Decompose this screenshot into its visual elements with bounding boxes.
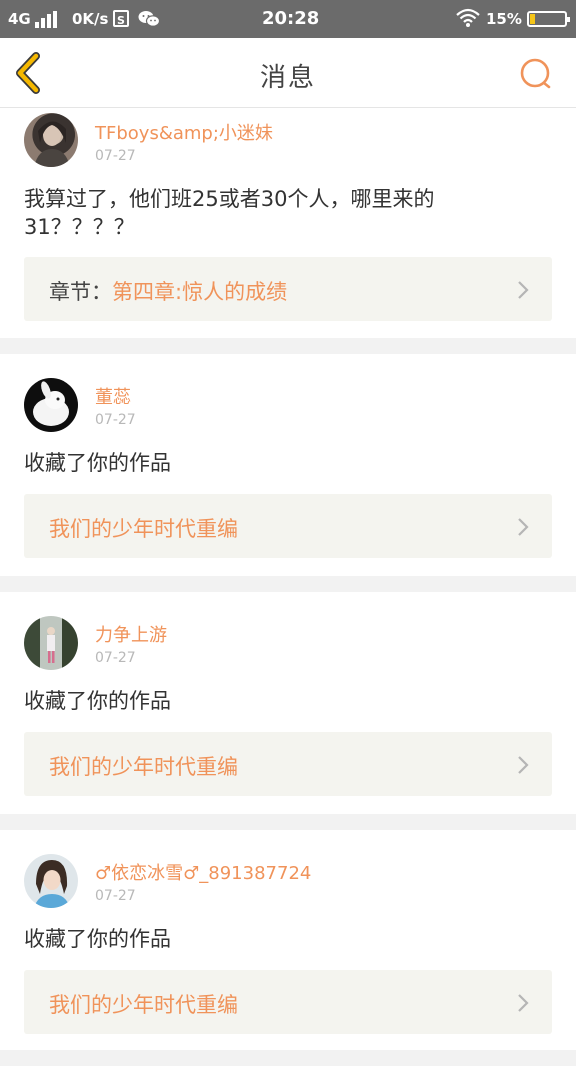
user-name[interactable]: TFboys&amp;小迷妹 (95, 119, 273, 145)
user-name[interactable]: 董蕊 (95, 383, 131, 409)
chevron-right-icon (518, 518, 529, 536)
work-link-text: 我们的少年时代重编 (49, 513, 238, 543)
avatar[interactable] (24, 113, 78, 167)
message-date: 07-27 (95, 148, 136, 164)
work-title: 我们的少年时代重编 (49, 993, 238, 1017)
clock: 20:28 (262, 8, 320, 29)
message-text: 我算过了，他们班25或者30个人，哪里来的31？？？？ (24, 187, 435, 239)
header: 消息 (0, 38, 576, 108)
network-speed: 0K/s (72, 10, 109, 28)
status-bar: 4G 0K/s S 20:28 15% (0, 0, 576, 38)
s-icon: S (113, 10, 129, 27)
search-icon (520, 58, 551, 89)
wifi-icon (456, 8, 480, 32)
message-card: 董蕊 07-27 收藏了你的作品 我们的少年时代重编 (0, 354, 576, 576)
search-button[interactable] (517, 56, 555, 94)
message-date: 07-27 (95, 888, 136, 904)
chapter-title: 第四章:惊人的成绩 (112, 280, 288, 304)
user-name[interactable]: 力争上游 (95, 621, 167, 647)
chapter-link-text: 章节：第四章:惊人的成绩 (49, 276, 287, 306)
work-title: 我们的少年时代重编 (49, 517, 238, 541)
chevron-right-icon (518, 994, 529, 1012)
chapter-prefix: 章节： (49, 280, 112, 304)
message-card: TFboys&amp;小迷妹 07-27 我算过了，他们班25或者30个人，哪里… (0, 108, 576, 338)
avatar[interactable] (24, 378, 78, 432)
work-link-text: 我们的少年时代重编 (49, 751, 238, 781)
avatar[interactable] (24, 854, 78, 908)
work-link-text: 我们的少年时代重编 (49, 989, 238, 1019)
chevron-right-icon (518, 281, 529, 299)
message-card: ♂依恋冰雪♂_891387724 07-27 收藏了你的作品 我们的少年时代重编 (0, 830, 576, 1050)
message-date: 07-27 (95, 412, 136, 428)
message-date: 07-27 (95, 650, 136, 666)
message-text: 收藏了你的作品 (24, 451, 171, 475)
chapter-link[interactable]: 章节：第四章:惊人的成绩 (24, 257, 552, 321)
network-type: 4G (8, 10, 31, 28)
chevron-right-icon (518, 756, 529, 774)
message-card: 力争上游 07-27 收藏了你的作品 我们的少年时代重编 (0, 592, 576, 814)
work-link[interactable]: 我们的少年时代重编 (24, 494, 552, 558)
work-link[interactable]: 我们的少年时代重编 (24, 732, 552, 796)
work-link[interactable]: 我们的少年时代重编 (24, 970, 552, 1034)
avatar[interactable] (24, 616, 78, 670)
message-text: 收藏了你的作品 (24, 927, 171, 951)
signal-icon (35, 10, 59, 28)
wechat-icon (138, 10, 161, 32)
page-title: 消息 (259, 63, 316, 93)
user-name[interactable]: ♂依恋冰雪♂_891387724 (95, 859, 311, 885)
battery-percent: 15% (486, 10, 522, 28)
message-list: TFboys&amp;小迷妹 07-27 我算过了，他们班25或者30个人，哪里… (0, 108, 576, 1066)
message-text: 收藏了你的作品 (24, 689, 171, 713)
work-title: 我们的少年时代重编 (49, 755, 238, 779)
battery-icon (527, 11, 570, 27)
